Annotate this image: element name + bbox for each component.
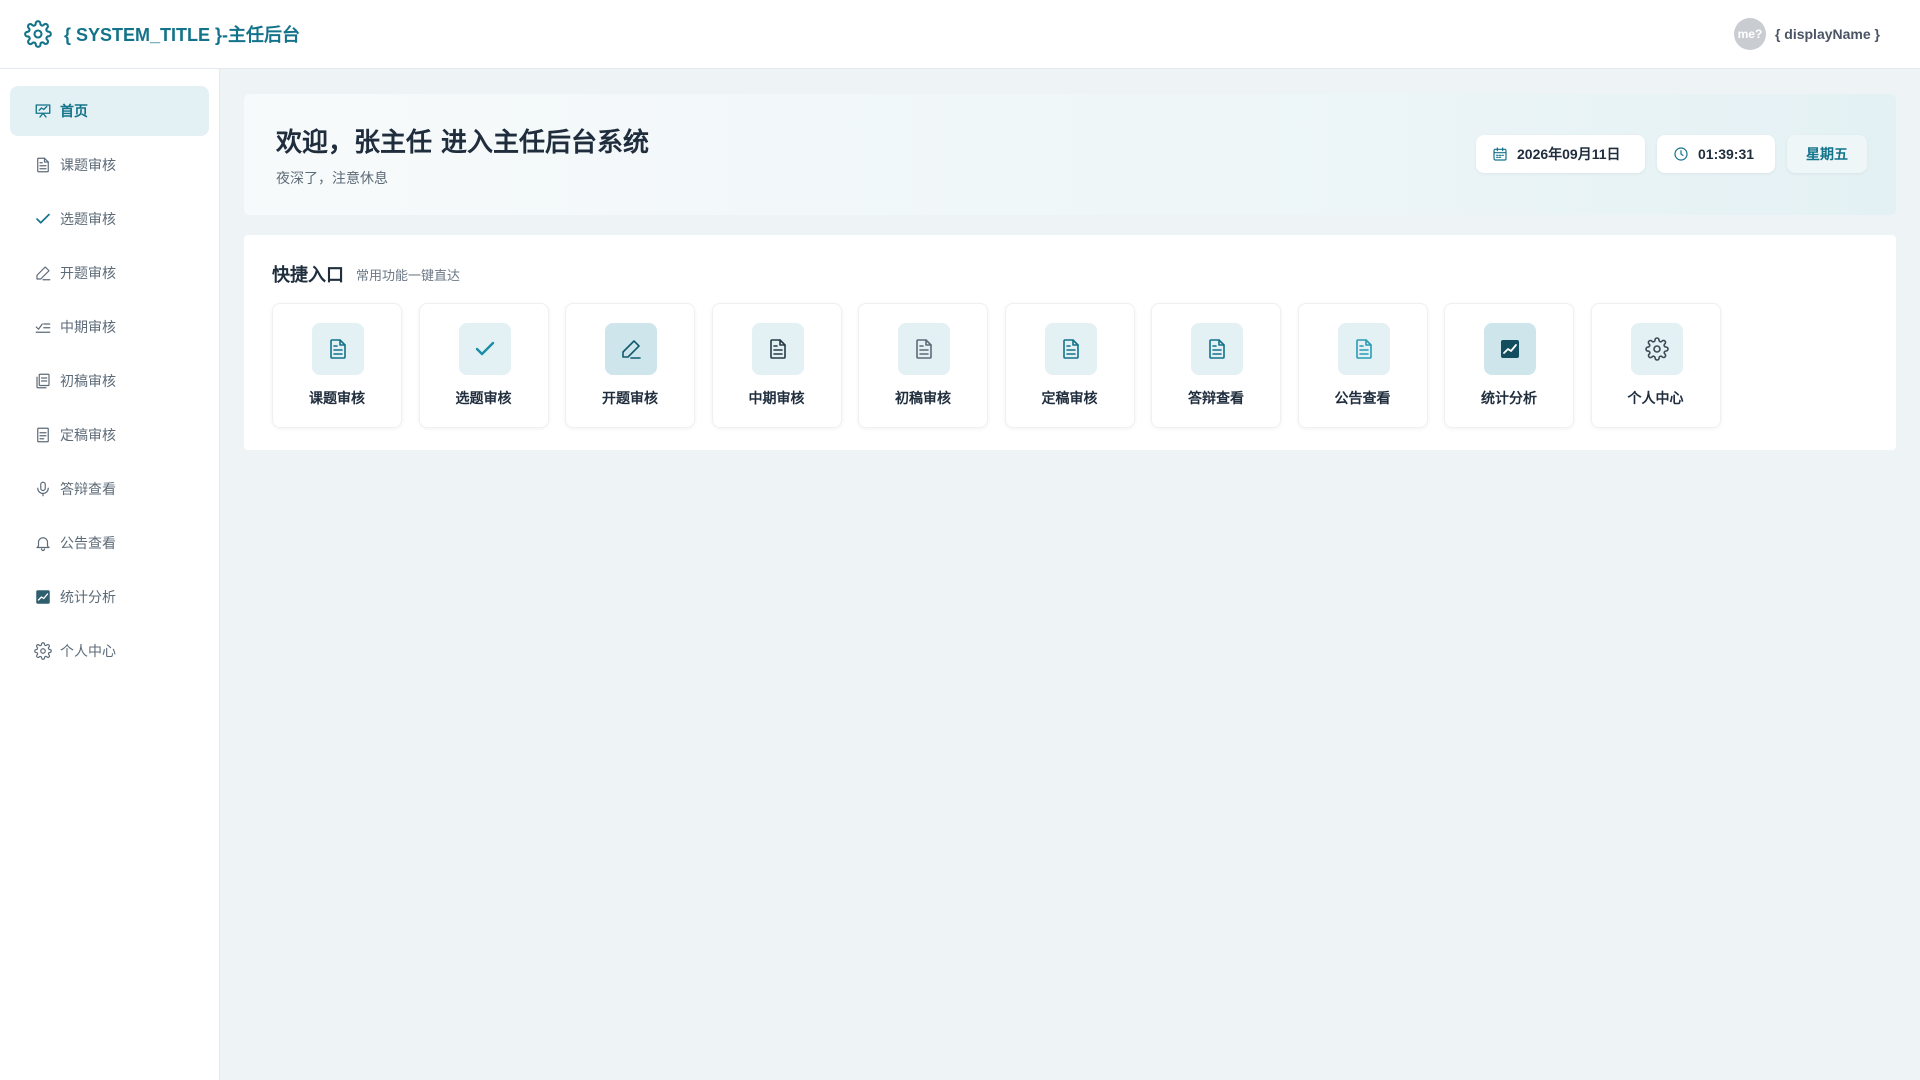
document-icon	[312, 323, 364, 375]
gear-icon	[1630, 323, 1683, 375]
quick-card-statistics[interactable]: 统计分析	[1444, 303, 1574, 428]
quick-card-label: 统计分析	[1481, 391, 1537, 407]
quick-card-profile[interactable]: 个人中心	[1590, 303, 1721, 428]
quick-access-cards: 课题审核 选题审核 开题审核 中期审核 初稿审核 定稿审核 答辩查看 公告查看 …	[272, 303, 1737, 428]
sidebar-item-statistics[interactable]: 统计分析	[10, 572, 209, 622]
quick-card-label: 开题审核	[602, 391, 658, 407]
check-icon	[458, 323, 511, 375]
sidebar-item-label: 选题审核	[60, 212, 116, 228]
sidebar-item-label: 开题审核	[60, 266, 116, 282]
brand[interactable]: { SYSTEM_TITLE }-主任后台	[24, 20, 300, 48]
quick-card-label: 定稿审核	[1041, 391, 1098, 407]
quick-card-final-review[interactable]: 定稿审核	[1004, 303, 1135, 428]
sidebar-item-label: 中期审核	[60, 320, 116, 336]
sidebar-item-defense[interactable]: 答辩查看	[10, 464, 209, 514]
quick-card-proposal-review[interactable]: 开题审核	[565, 303, 695, 428]
sidebar-item-topic-review[interactable]: 课题审核	[10, 140, 209, 190]
quick-card-label: 选题审核	[455, 391, 512, 407]
document-icon	[34, 156, 52, 174]
top-header: { SYSTEM_TITLE }-主任后台 me? { displayName …	[0, 0, 1920, 69]
weekday-text: 星期五	[1806, 146, 1848, 162]
document-icon	[1337, 323, 1390, 375]
quick-card-label: 答辩查看	[1188, 391, 1244, 407]
welcome-banner: 欢迎，张主任 进入主任后台系统 夜深了，注意休息 2026年09月11日 01:…	[244, 94, 1896, 215]
sidebar-item-selection-review[interactable]: 选题审核	[10, 194, 209, 244]
microphone-icon	[34, 480, 52, 498]
quick-card-selection-review[interactable]: 选题审核	[418, 303, 549, 428]
sidebar-item-notices[interactable]: 公告查看	[10, 518, 209, 568]
document-icon	[34, 426, 52, 444]
home-board-icon	[34, 102, 52, 120]
quick-card-label: 课题审核	[309, 391, 365, 407]
document-icon	[751, 323, 804, 375]
sidebar-item-profile[interactable]: 个人中心	[10, 626, 209, 676]
clock-icon	[1673, 146, 1689, 162]
bell-icon	[34, 534, 52, 552]
chart-icon	[34, 588, 52, 606]
document-icon	[1191, 323, 1243, 375]
sidebar-item-label: 首页	[60, 104, 88, 120]
pen-icon	[34, 264, 52, 282]
quick-card-midterm-review[interactable]: 中期审核	[711, 303, 842, 428]
display-name[interactable]: { displayName }	[1775, 26, 1880, 42]
chart-icon	[1484, 323, 1536, 375]
avatar[interactable]: me?	[1733, 18, 1766, 50]
weekday-chip: 星期五	[1787, 135, 1867, 173]
sidebar-item-label: 定稿审核	[60, 428, 116, 444]
quick-access-panel: 快捷入口 常用功能一键直达 课题审核 选题审核 开题审核 中期审核 初稿审核 定…	[244, 235, 1896, 450]
time-text: 01:39:31	[1698, 146, 1755, 162]
sidebar-item-draft-review[interactable]: 初稿审核	[10, 356, 209, 406]
quick-card-label: 个人中心	[1627, 391, 1684, 407]
quick-card-label: 中期审核	[748, 391, 805, 407]
quick-card-defense[interactable]: 答辩查看	[1151, 303, 1281, 428]
welcome-subtitle: 夜深了，注意休息	[276, 171, 388, 187]
sidebar-item-label: 个人中心	[60, 644, 116, 660]
list-check-icon	[34, 318, 52, 336]
date-text: 2026年09月11日	[1517, 146, 1621, 162]
quick-card-draft-review[interactable]: 初稿审核	[858, 303, 988, 428]
gear-icon	[24, 20, 52, 48]
quick-access-title: 快捷入口	[272, 265, 344, 286]
user-menu[interactable]: me? { displayName }	[1733, 18, 1880, 50]
sidebar-item-midterm-review[interactable]: 中期审核	[10, 302, 209, 352]
welcome-title: 欢迎，张主任 进入主任后台系统	[276, 128, 650, 158]
pen-icon	[605, 323, 657, 375]
sidebar-item-label: 公告查看	[60, 536, 116, 552]
sidebar-item-label: 初稿审核	[60, 374, 116, 390]
sidebar-item-final-review[interactable]: 定稿审核	[10, 410, 209, 460]
system-title: { SYSTEM_TITLE }-主任后台	[64, 25, 301, 45]
quick-card-topic-review[interactable]: 课题审核	[272, 303, 402, 428]
calendar-icon	[1492, 146, 1508, 162]
documents-icon	[34, 372, 52, 390]
sidebar-item-home[interactable]: 首页	[10, 86, 209, 136]
quick-access-subtitle: 常用功能一键直达	[356, 269, 461, 284]
date-chip: 2026年09月11日	[1476, 135, 1645, 173]
sidebar-item-label: 答辩查看	[60, 482, 116, 498]
sidebar-item-label: 课题审核	[60, 158, 116, 174]
quick-card-label: 初稿审核	[895, 391, 951, 407]
time-chip: 01:39:31	[1657, 135, 1775, 173]
check-icon	[34, 210, 52, 228]
sidebar-item-proposal-review[interactable]: 开题审核	[10, 248, 209, 298]
quick-card-notices[interactable]: 公告查看	[1297, 303, 1428, 428]
gear-icon	[34, 642, 52, 660]
document-icon	[898, 323, 950, 375]
document-icon	[1044, 323, 1097, 375]
quick-card-label: 公告查看	[1334, 391, 1391, 407]
sidebar: 首页 课题审核 选题审核 开题审核 中期审核 初稿审核 定稿审核 答辩查看 公告…	[0, 69, 220, 1080]
sidebar-item-label: 统计分析	[60, 590, 116, 606]
